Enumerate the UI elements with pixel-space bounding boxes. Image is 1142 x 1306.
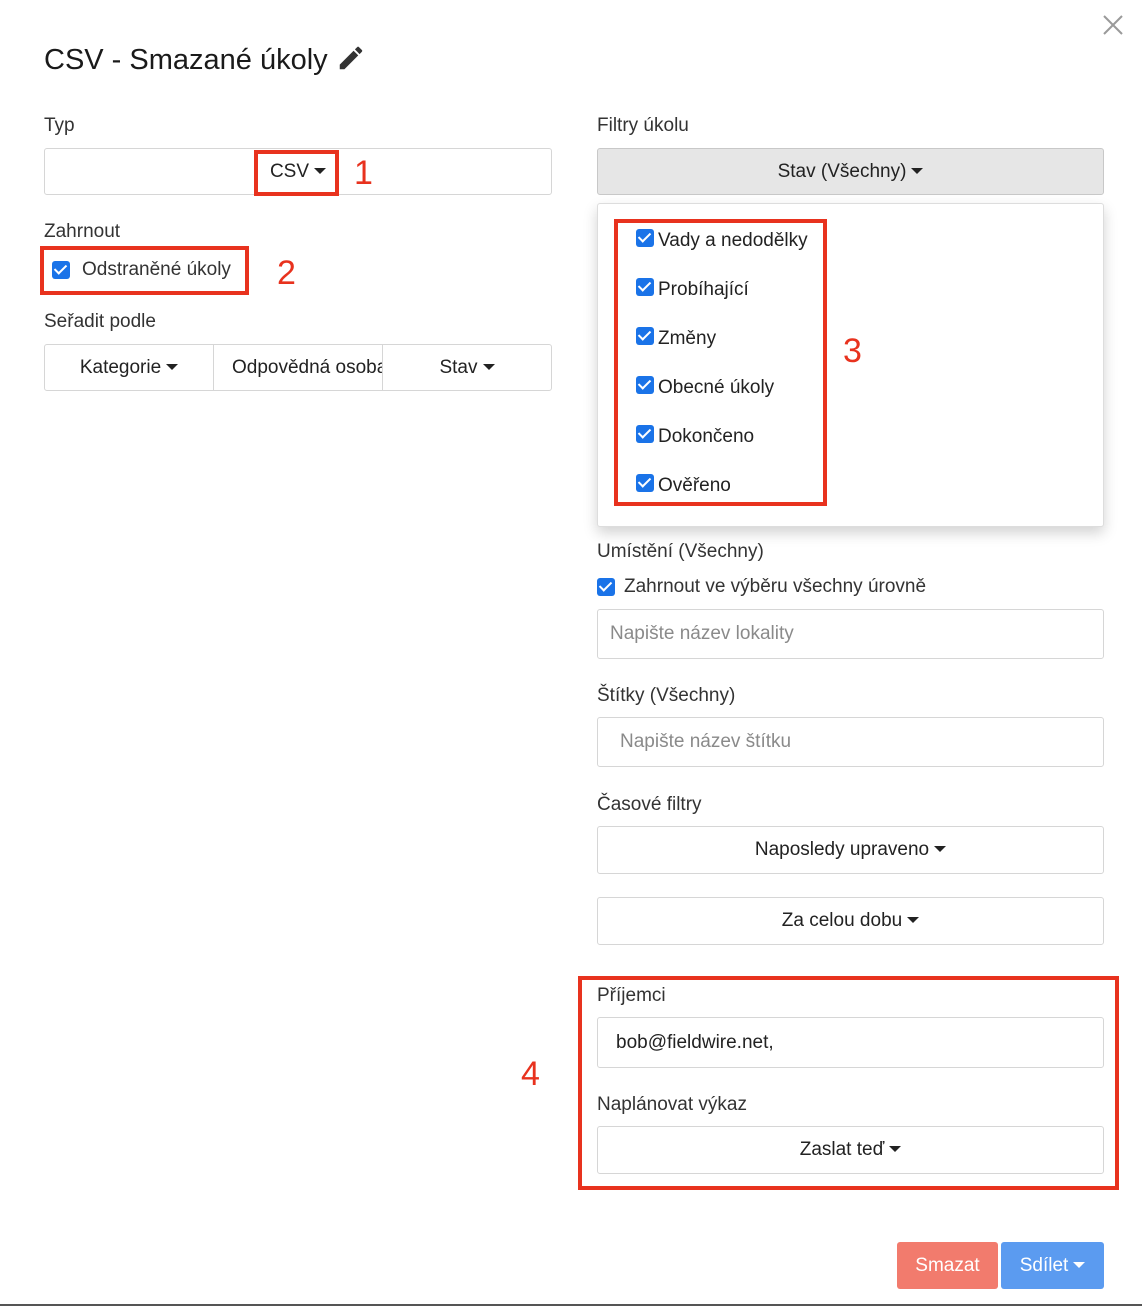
- sort-button-group: Kategorie Odpovědná osoba Stav: [44, 344, 552, 391]
- sort-button-assignee-label: Odpovědná osoba: [232, 357, 383, 378]
- sort-label: Seřadit podle: [44, 311, 156, 332]
- status-filter-button[interactable]: Stav (Všechny): [597, 148, 1104, 195]
- delete-button-label: Smazat: [915, 1254, 980, 1276]
- include-all-levels-label: Zahrnout ve výběru všechny úrovně: [624, 576, 927, 597]
- chevron-down-icon: [911, 167, 924, 174]
- annotation-number-1: 1: [354, 154, 373, 192]
- chevron-down-icon: [166, 364, 179, 370]
- task-filters-label: Filtry úkolu: [597, 115, 689, 136]
- location-input-placeholder: Napište název lokality: [610, 623, 794, 644]
- chevron-down-icon: [907, 917, 920, 923]
- time-range-label: Za celou dobu: [781, 910, 903, 931]
- last-modified-label: Naposledy upraveno: [754, 839, 930, 860]
- pencil-icon[interactable]: [336, 43, 366, 73]
- type-label: Typ: [44, 115, 75, 136]
- annotation-number-4: 4: [521, 1055, 540, 1093]
- include-all-levels-checkbox[interactable]: Zahrnout ve výběru všechny úrovně: [597, 576, 926, 598]
- checkbox-checked-icon[interactable]: [597, 578, 615, 596]
- location-label: Umístění (Všechny): [597, 541, 764, 562]
- sort-button-category[interactable]: Kategorie: [45, 345, 214, 391]
- status-filter-label: Stav (Všechny): [777, 160, 907, 182]
- annotation-box-1: [254, 150, 339, 196]
- chevron-down-icon: [934, 846, 947, 852]
- chevron-down-icon: [1073, 1261, 1086, 1268]
- dialog-title: CSV - Smazané úkoly: [44, 44, 366, 77]
- sort-button-category-label: Kategorie: [79, 357, 162, 378]
- chevron-down-icon: [482, 364, 495, 370]
- sort-button-assignee[interactable]: Odpovědná osoba: [214, 345, 383, 391]
- include-label: Zahrnout: [44, 221, 121, 242]
- annotation-box-2: [40, 246, 249, 295]
- location-input[interactable]: Napište název lokality: [597, 609, 1104, 659]
- tags-label: Štítky (Všechny): [597, 685, 736, 706]
- sort-button-status[interactable]: Stav: [383, 345, 551, 391]
- time-range-select[interactable]: Za celou dobu: [597, 897, 1104, 945]
- share-button[interactable]: Sdílet: [1001, 1242, 1104, 1289]
- sort-button-status-label: Stav: [439, 357, 478, 378]
- annotation-number-2: 2: [277, 254, 296, 292]
- dialog-title-text: CSV - Smazané úkoly: [44, 44, 328, 76]
- close-icon[interactable]: [1100, 12, 1126, 38]
- tags-input-placeholder: Napište název štítku: [620, 731, 792, 752]
- annotation-box-4: [578, 976, 1119, 1190]
- annotation-box-3: [614, 219, 827, 506]
- tags-input[interactable]: Napište název štítku: [597, 717, 1104, 767]
- delete-button[interactable]: Smazat: [897, 1242, 998, 1289]
- last-modified-select[interactable]: Naposledy upraveno: [597, 826, 1104, 874]
- annotation-number-3: 3: [843, 332, 862, 370]
- share-button-label: Sdílet: [1019, 1254, 1069, 1276]
- time-filters-label: Časové filtry: [597, 794, 702, 815]
